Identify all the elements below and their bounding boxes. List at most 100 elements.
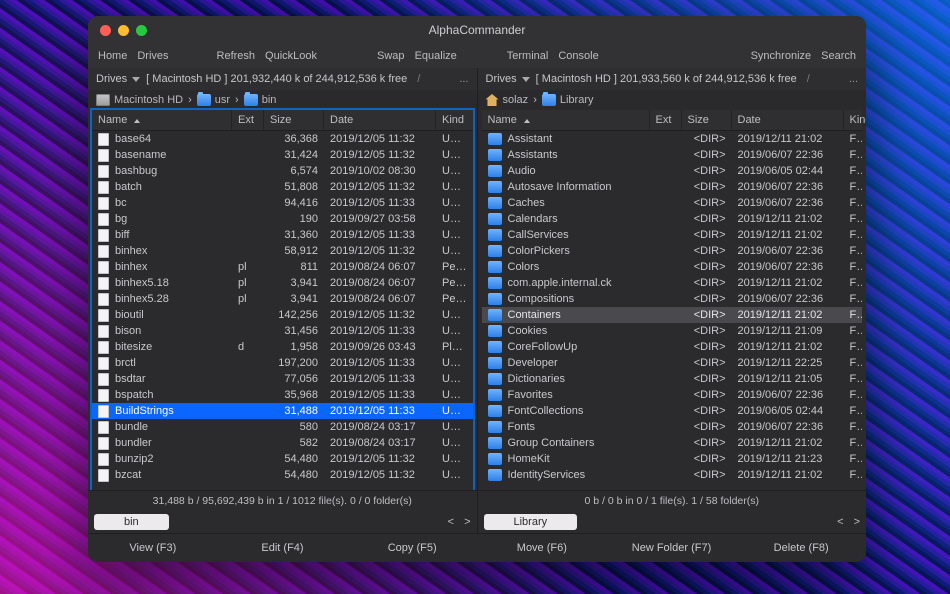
col-ext[interactable]: Ext [650,110,682,130]
view-button[interactable]: View (F3) [88,534,218,562]
table-row[interactable]: Containers<DIR>2019/12/11 21:02Folder [482,307,863,323]
drives-dropdown[interactable]: Drives [486,73,530,85]
table-row[interactable]: Audio<DIR>2019/06/05 02:44Folder [482,163,863,179]
breadcrumb-item[interactable]: Library [542,94,594,106]
file-name: FontCollections [508,405,584,417]
table-row[interactable]: basename31,4242019/12/05 11:32Unix exe..… [92,147,473,163]
table-row[interactable]: binhexpl8112019/08/24 06:07Perl Source [92,259,473,275]
table-row[interactable]: Calendars<DIR>2019/12/11 21:02Folder [482,211,863,227]
table-row[interactable]: bc94,4162019/12/05 11:33Unix exe... [92,195,473,211]
table-row[interactable]: CallServices<DIR>2019/12/11 21:02Folder [482,227,863,243]
file-date: 2019/12/05 11:33 [324,389,436,401]
table-row[interactable]: Developer<DIR>2019/12/11 22:25Folder [482,355,863,371]
table-row[interactable]: FontCollections<DIR>2019/06/05 02:44Fold… [482,403,863,419]
breadcrumb-item[interactable]: usr [197,94,230,106]
delete-button[interactable]: Delete (F8) [736,534,866,562]
table-row[interactable]: Colors<DIR>2019/06/07 22:36Folder [482,259,863,275]
table-row[interactable]: ColorPickers<DIR>2019/06/07 22:36Folder [482,243,863,259]
table-row[interactable]: bundle5802019/08/24 03:17Unix exe... [92,419,473,435]
table-row[interactable]: Dictionaries<DIR>2019/12/11 21:05Folder [482,371,863,387]
table-row[interactable]: bg1902019/09/27 03:58Unix exe... [92,211,473,227]
table-row[interactable]: bsdtar77,0562019/12/05 11:33Unix exe... [92,371,473,387]
file-kind: Folder [844,245,863,257]
col-name[interactable]: Name [92,110,232,130]
right-table-body[interactable]: Assistant<DIR>2019/12/11 21:02FolderAssi… [482,131,863,490]
menu-refresh[interactable]: Refresh [217,50,256,62]
move-button[interactable]: Move (F6) [477,534,607,562]
more-menu[interactable]: ... [849,73,858,85]
table-row[interactable]: Caches<DIR>2019/06/07 22:36Folder [482,195,863,211]
table-row[interactable]: bioutil142,2562019/12/05 11:32Unix exe..… [92,307,473,323]
table-row[interactable]: binhex5.28pl3,9412019/08/24 06:07Perl So… [92,291,473,307]
col-kind[interactable]: Kind [844,110,867,130]
nav-prev[interactable]: < [448,516,454,528]
menu-quicklook[interactable]: QuickLook [265,50,317,62]
table-row[interactable]: CoreFollowUp<DIR>2019/12/11 21:02Folder [482,339,863,355]
table-row[interactable]: bspatch35,9682019/12/05 11:33Unix exe... [92,387,473,403]
nav-next[interactable]: > [464,516,470,528]
table-row[interactable]: Favorites<DIR>2019/06/07 22:36Folder [482,387,863,403]
menu-drives[interactable]: Drives [137,50,168,62]
left-breadcrumb: Macintosh HD›usr›bin [88,90,477,110]
table-row[interactable]: IdentityServices<DIR>2019/12/11 21:02Fol… [482,467,863,483]
table-row[interactable]: bzcat54,4802019/12/05 11:32Unix exe... [92,467,473,483]
file-icon [98,229,109,242]
table-row[interactable]: BuildStrings31,4882019/12/05 11:33Unix e… [92,403,473,419]
col-ext[interactable]: Ext [232,110,264,130]
menu-equalize[interactable]: Equalize [415,50,457,62]
more-menu[interactable]: ... [459,73,468,85]
edit-button[interactable]: Edit (F4) [218,534,348,562]
left-tab[interactable]: bin [94,514,169,530]
left-table-body[interactable]: base6436,3682019/12/05 11:32Unix exe...b… [92,131,473,490]
table-row[interactable]: bundler5822019/08/24 03:17Unix exe... [92,435,473,451]
menu-terminal[interactable]: Terminal [507,50,549,62]
table-row[interactable]: bison31,4562019/12/05 11:33Unix exe... [92,323,473,339]
table-row[interactable]: bashbug6,5742019/10/02 08:30Unix exe... [92,163,473,179]
col-kind[interactable]: Kind [436,110,473,130]
table-row[interactable]: binhex5.18pl3,9412019/08/24 06:07Perl So… [92,275,473,291]
breadcrumb-item[interactable]: solaz [486,94,529,106]
minimize-icon[interactable] [118,25,129,36]
file-name: Fonts [508,421,536,433]
table-row[interactable]: bunzip254,4802019/12/05 11:32Unix exe... [92,451,473,467]
col-date[interactable]: Date [732,110,844,130]
nav-prev[interactable]: < [837,516,843,528]
breadcrumb-item[interactable]: bin [244,94,277,106]
table-row[interactable]: Fonts<DIR>2019/06/07 22:36Folder [482,419,863,435]
menu-search[interactable]: Search [821,50,856,62]
zoom-icon[interactable] [136,25,147,36]
table-row[interactable]: base6436,3682019/12/05 11:32Unix exe... [92,131,473,147]
table-row[interactable]: com.apple.internal.ck<DIR>2019/12/11 21:… [482,275,863,291]
window-controls [88,25,147,36]
nav-next[interactable]: > [854,516,860,528]
file-name: bioutil [115,309,144,321]
menu-swap[interactable]: Swap [377,50,405,62]
table-row[interactable]: bitesized1,9582019/09/26 03:43Plain Tex.… [92,339,473,355]
col-size[interactable]: Size [264,110,324,130]
menu-synchronize[interactable]: Synchronize [751,50,812,62]
table-row[interactable]: Compositions<DIR>2019/06/07 22:36Folder [482,291,863,307]
newfolder-button[interactable]: New Folder (F7) [607,534,737,562]
breadcrumb-item[interactable]: Macintosh HD [96,94,183,106]
table-row[interactable]: biff31,3602019/12/05 11:33Unix exe... [92,227,473,243]
table-row[interactable]: Assistants<DIR>2019/06/07 22:36Folder [482,147,863,163]
col-name[interactable]: Name [482,110,650,130]
table-row[interactable]: batch51,8082019/12/05 11:32Unix exe... [92,179,473,195]
drives-dropdown[interactable]: Drives [96,73,140,85]
close-icon[interactable] [100,25,111,36]
menu-home[interactable]: Home [98,50,127,62]
table-row[interactable]: Group Containers<DIR>2019/12/11 21:02Fol… [482,435,863,451]
table-row[interactable]: Assistant<DIR>2019/12/11 21:02Folder [482,131,863,147]
table-row[interactable]: binhex58,9122019/12/05 11:32Unix exe... [92,243,473,259]
table-row[interactable]: Cookies<DIR>2019/12/11 21:09Folder [482,323,863,339]
table-row[interactable]: Autosave Information<DIR>2019/06/07 22:3… [482,179,863,195]
file-name: Calendars [508,213,558,225]
menu-console[interactable]: Console [558,50,598,62]
col-size[interactable]: Size [682,110,732,130]
folder-icon [244,94,258,106]
copy-button[interactable]: Copy (F5) [347,534,477,562]
right-tab[interactable]: Library [484,514,578,530]
table-row[interactable]: brctl197,2002019/12/05 11:33Unix exe... [92,355,473,371]
col-date[interactable]: Date [324,110,436,130]
table-row[interactable]: HomeKit<DIR>2019/12/11 21:23Folder [482,451,863,467]
